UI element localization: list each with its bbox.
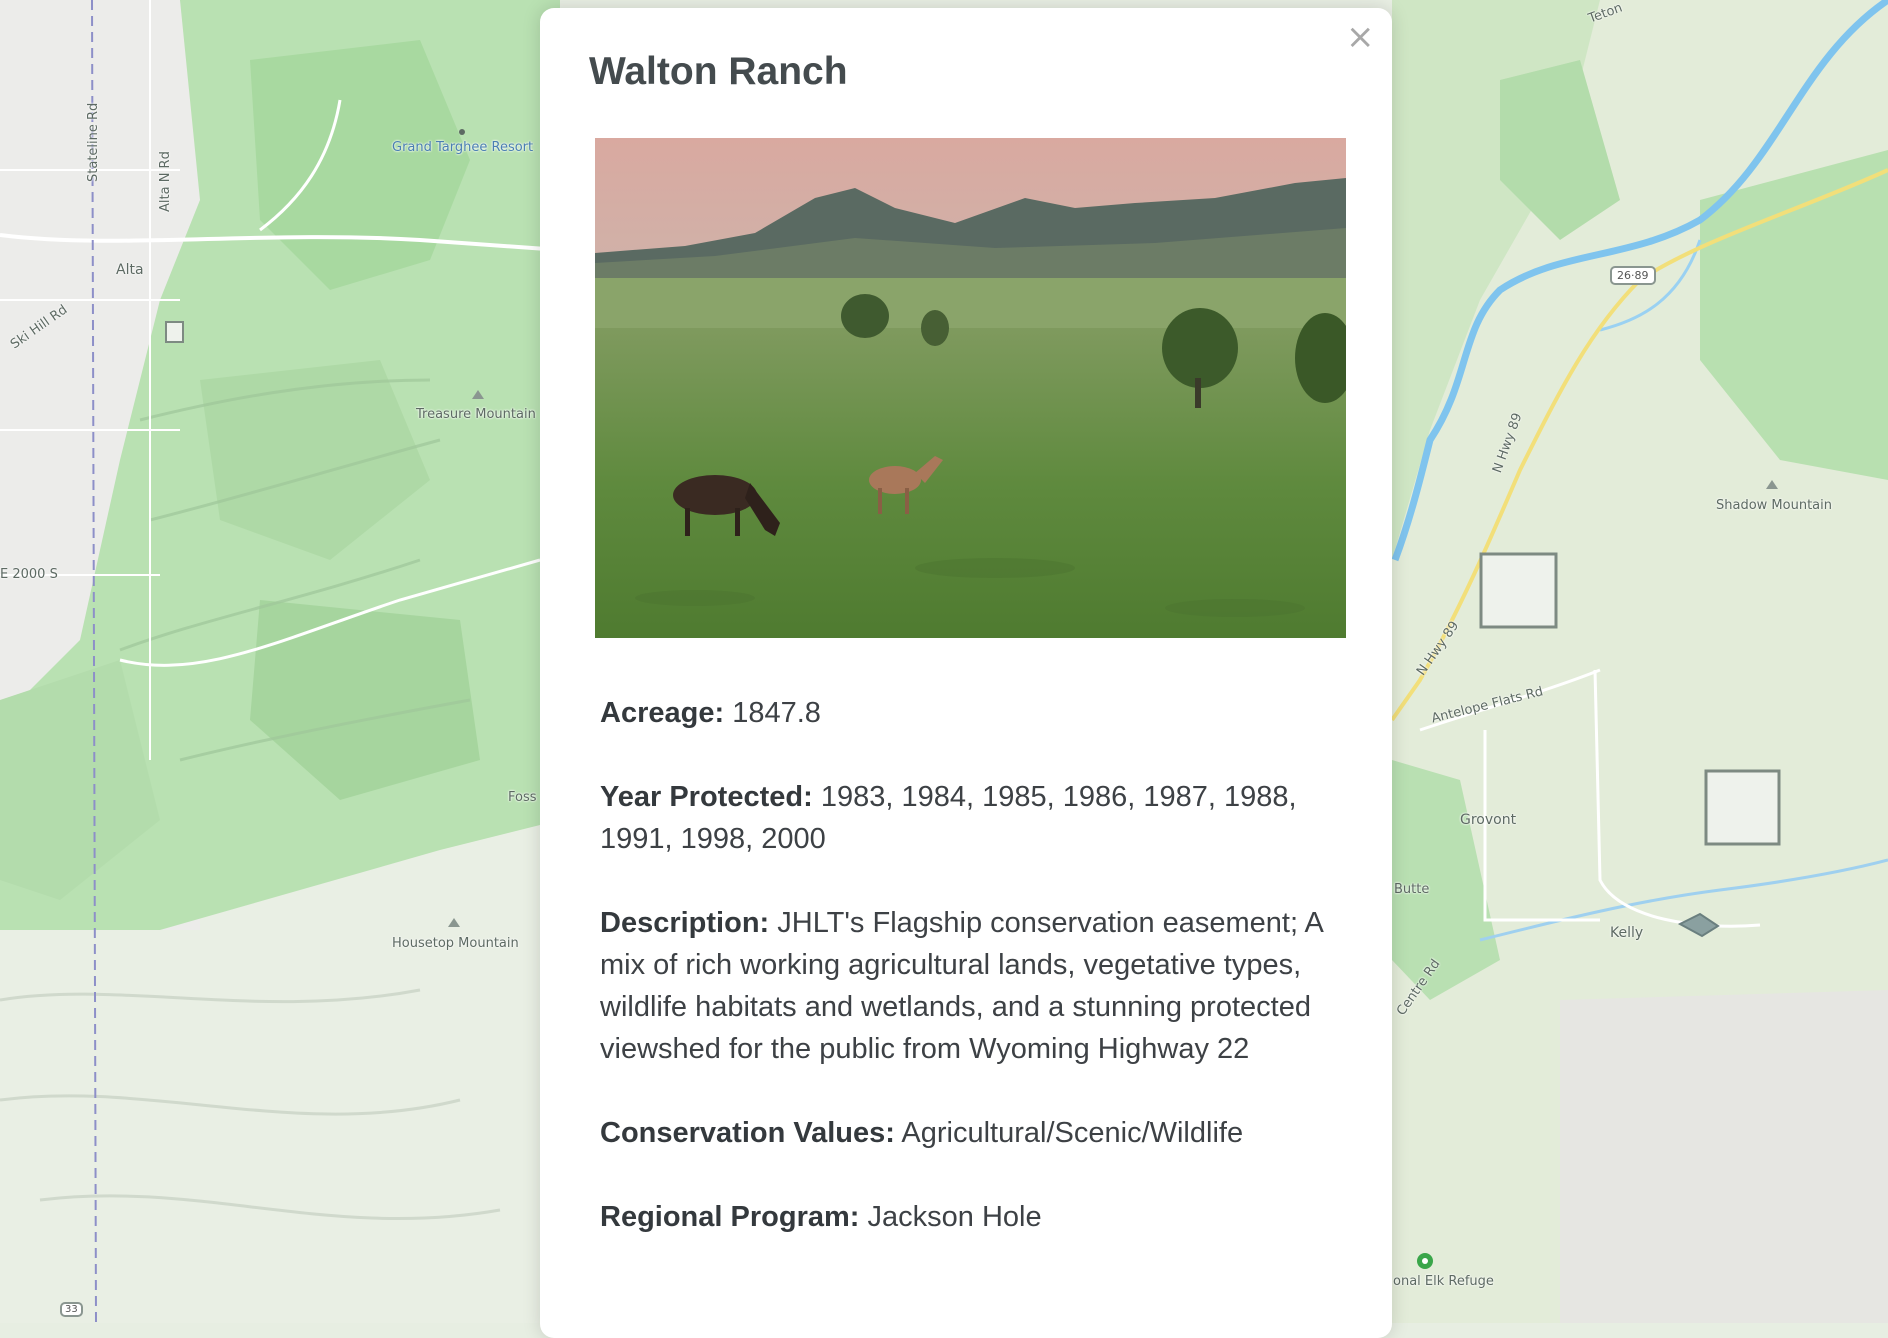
property-details: Acreage: 1847.8 Year Protected: 1983, 19… <box>600 692 1340 1280</box>
detail-label: Description: <box>600 907 770 939</box>
detail-label: Year Protected: <box>600 781 813 813</box>
map-label-shadow-mountain: Shadow Mountain <box>1716 498 1832 513</box>
detail-description: Description: JHLT's Flagship conservatio… <box>600 902 1340 1070</box>
peak-icon <box>448 918 460 927</box>
map-label-grand-targhee: Grand Targhee Resort <box>392 140 534 155</box>
map-label-stateline-rd: Stateline Rd <box>86 102 101 182</box>
peak-icon <box>472 390 484 399</box>
map-label-kelly: Kelly <box>1610 925 1644 941</box>
detail-regional-program: Regional Program: Jackson Hole <box>600 1196 1340 1238</box>
detail-label: Conservation Values: <box>600 1117 895 1149</box>
map-label-elk-refuge: onal Elk Refuge <box>1393 1274 1494 1289</box>
detail-value: Jackson Hole <box>867 1201 1042 1233</box>
detail-label: Acreage: <box>600 697 725 729</box>
map-label-treasure-mountain: Treasure Mountain <box>416 407 536 422</box>
detail-value: 1847.8 <box>732 697 821 729</box>
detail-acreage: Acreage: 1847.8 <box>600 692 1340 734</box>
map-label-foss: Foss <box>508 790 537 805</box>
property-title: Walton Ranch <box>589 50 848 93</box>
map-label-e-2000-s: E 2000 S <box>0 567 58 582</box>
highway-shield-26-89: 26·89 <box>1610 266 1656 285</box>
detail-label: Regional Program: <box>600 1201 860 1233</box>
map-label-housetop-mountain: Housetop Mountain <box>392 936 519 951</box>
detail-conservation-values: Conservation Values: Agricultural/Scenic… <box>600 1112 1340 1154</box>
map-label-alta-n-rd: Alta N Rd <box>158 151 173 212</box>
detail-value: Agricultural/Scenic/Wildlife <box>901 1117 1244 1149</box>
close-icon[interactable]: × <box>1346 20 1375 54</box>
map-label-alta: Alta <box>116 262 144 278</box>
map-label-grovont: Grovont <box>1460 812 1517 828</box>
property-photo <box>595 138 1346 638</box>
detail-year-protected: Year Protected: 1983, 1984, 1985, 1986, … <box>600 776 1340 860</box>
highway-shield-33: 33 <box>60 1302 83 1317</box>
peak-icon <box>1766 480 1778 489</box>
map-label-butte: Butte <box>1394 882 1430 897</box>
